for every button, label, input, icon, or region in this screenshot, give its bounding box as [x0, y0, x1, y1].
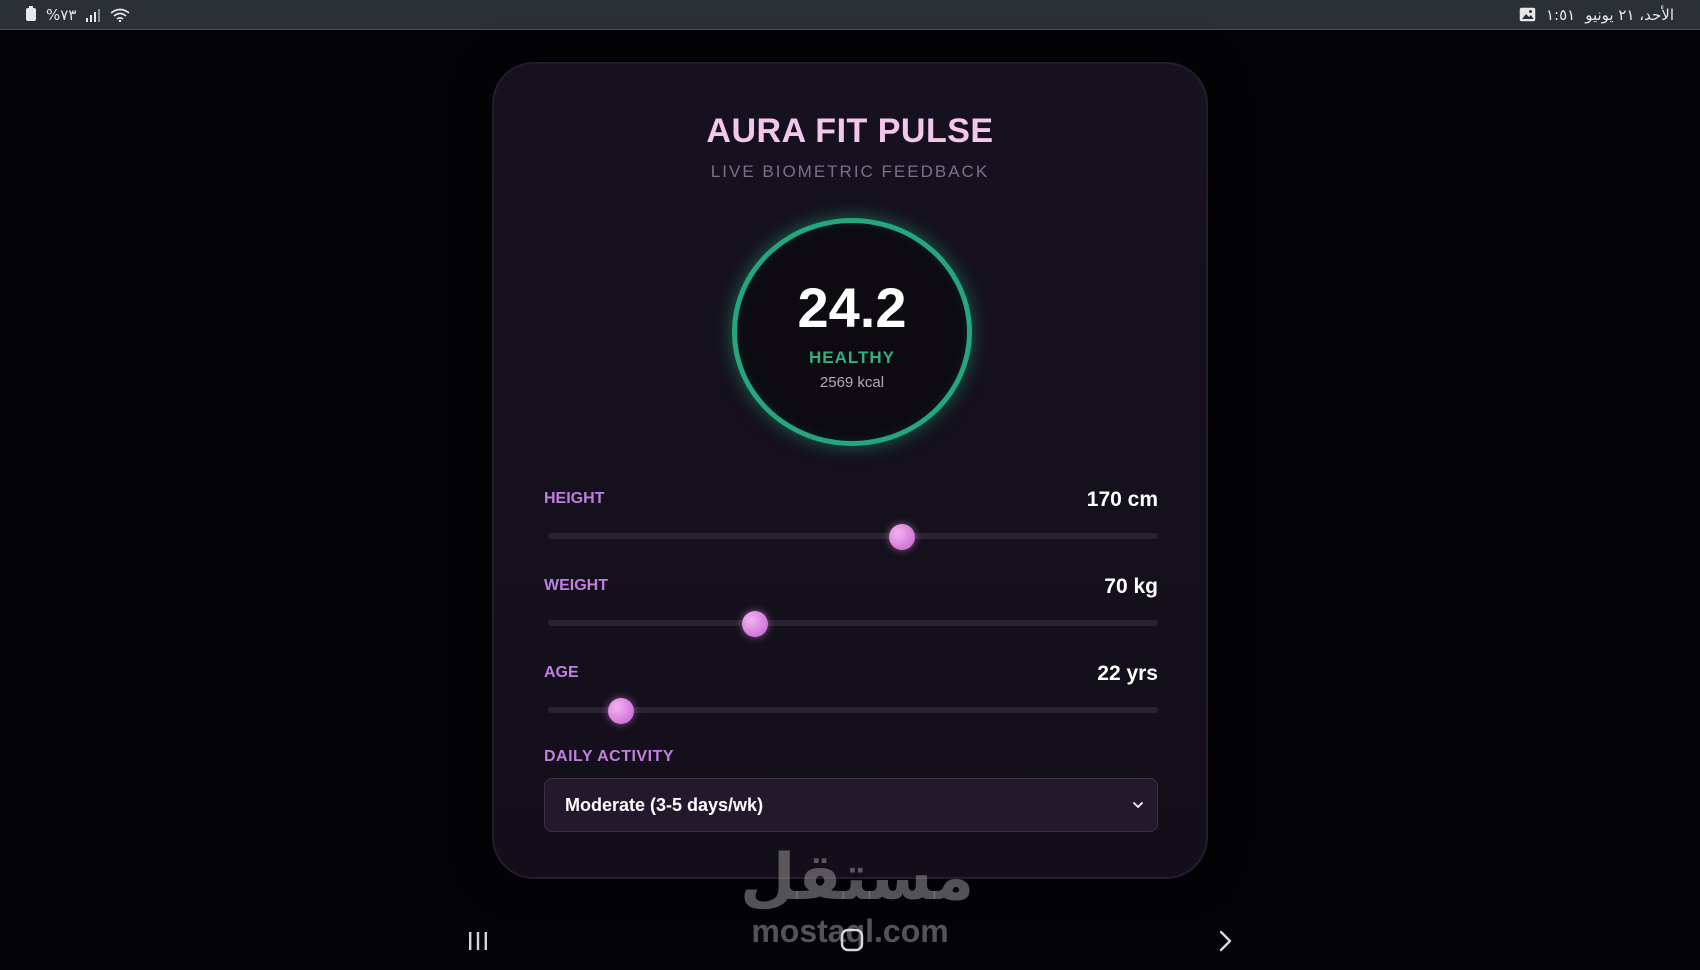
signal-icon: [86, 8, 101, 22]
weight-slider-track[interactable]: [548, 620, 1158, 626]
activity-selected-value: Moderate (3-5 days/wk): [565, 794, 764, 815]
bmi-value: 24.2: [797, 275, 907, 339]
weight-slider-row: WEIGHT 70 kg: [544, 575, 1158, 657]
weight-value: 70 kg: [1104, 575, 1158, 598]
activity-label: DAILY ACTIVITY: [544, 748, 674, 765]
watermark-logo-arabic: مستقل: [740, 841, 975, 915]
time-text: ١:٥١: [1546, 5, 1576, 24]
height-slider-track[interactable]: [548, 533, 1158, 539]
status-left: %٧٣: [26, 6, 130, 24]
recents-icon[interactable]: [466, 930, 490, 952]
bmi-gauge: 24.2 HEALTHY 2569 kcal: [732, 218, 972, 446]
wifi-icon: [110, 8, 130, 22]
back-chevron-icon[interactable]: [1218, 930, 1234, 952]
status-right: الأحد، ٢١ يونيو ١:٥١: [1519, 6, 1674, 24]
calorie-readout: 2569 kcal: [819, 373, 885, 391]
height-slider-thumb[interactable]: [888, 524, 915, 550]
gallery-icon: [1519, 7, 1536, 22]
age-slider-track[interactable]: [548, 707, 1158, 713]
chevron-down-icon: [1133, 802, 1143, 808]
calculator-card: AURA FIT PULSE LIVE BIOMETRIC FEEDBACK 2…: [492, 62, 1208, 879]
age-slider-thumb[interactable]: [608, 698, 635, 724]
date-text: الأحد، ٢١ يونيو: [1585, 5, 1674, 24]
bmi-status: HEALTHY: [808, 347, 895, 367]
age-label: AGE: [544, 664, 579, 681]
weight-slider-thumb[interactable]: [742, 611, 769, 637]
battery-text: %٧٣: [46, 5, 77, 24]
app-subtitle: LIVE BIOMETRIC FEEDBACK: [710, 162, 990, 181]
age-slider-row: AGE 22 yrs: [544, 662, 1158, 744]
home-icon[interactable]: [840, 928, 864, 952]
battery-icon: [26, 6, 36, 21]
height-label: HEIGHT: [544, 490, 605, 507]
height-slider-row: HEIGHT 170 cm: [544, 488, 1158, 570]
app-title: AURA FIT PULSE: [706, 112, 994, 150]
status-bar: %٧٣ الأحد، ٢١ يونيو ١:٥١: [0, 0, 1700, 30]
activity-select[interactable]: Moderate (3-5 days/wk): [544, 778, 1158, 832]
height-value: 170 cm: [1086, 488, 1158, 511]
weight-label: WEIGHT: [544, 577, 608, 594]
age-value: 22 yrs: [1097, 662, 1158, 685]
